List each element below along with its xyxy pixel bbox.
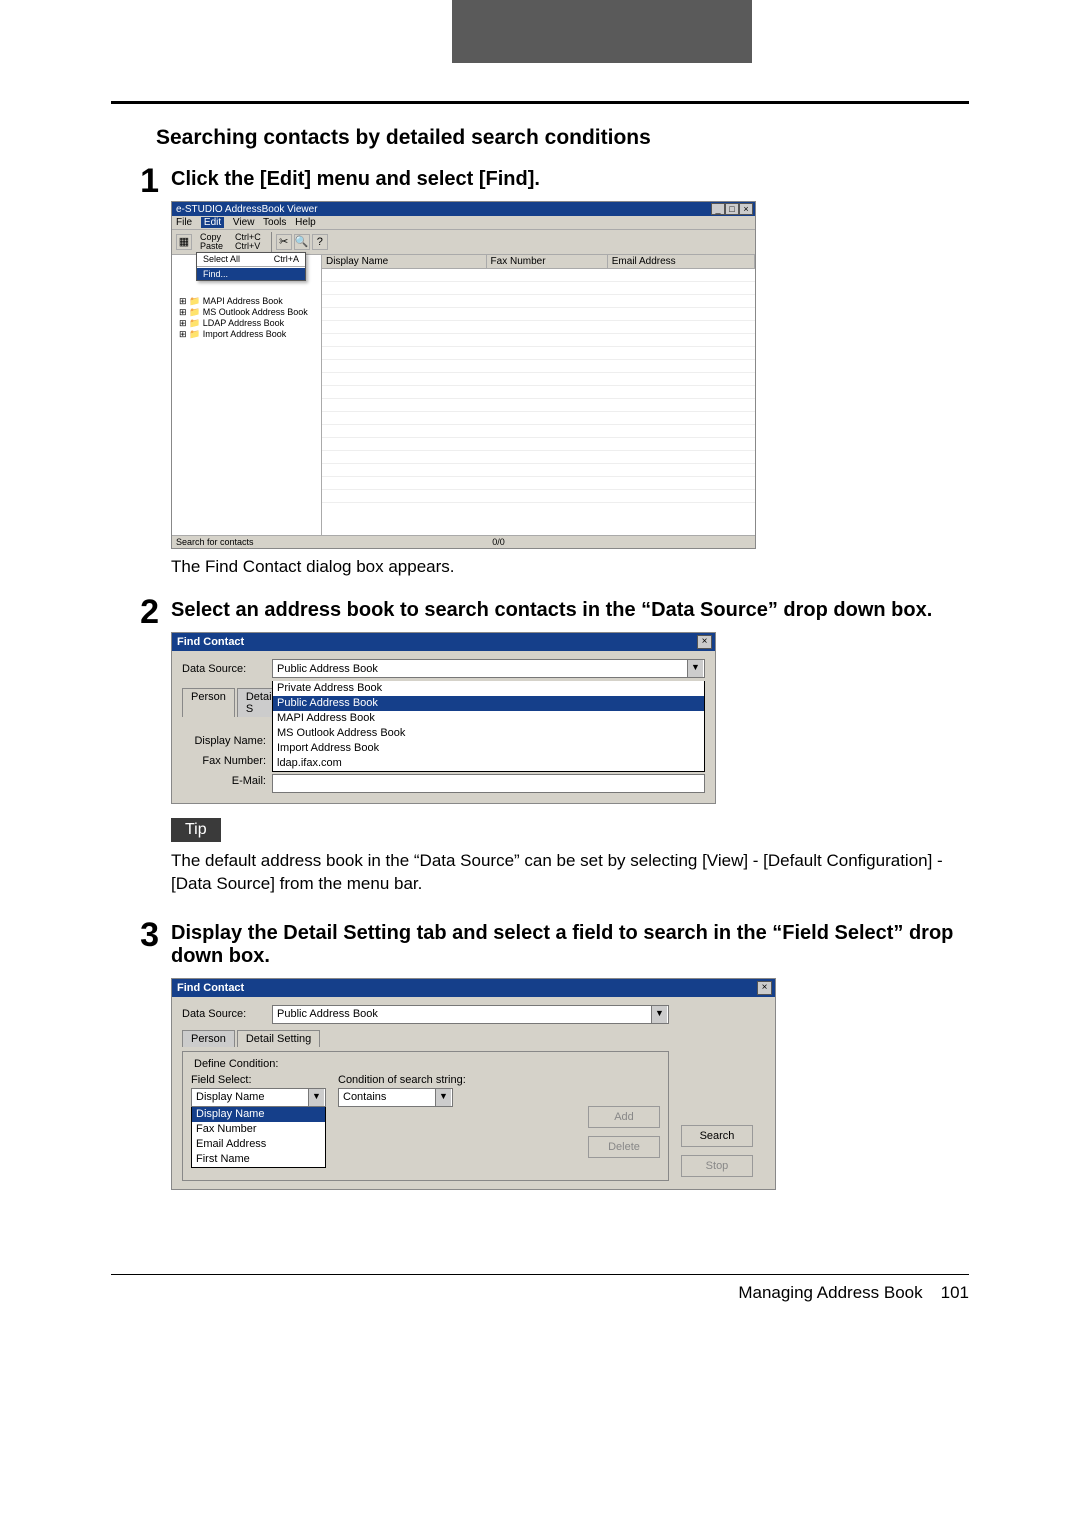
tab-detail[interactable]: Detail Setting [237,1030,320,1047]
chevron-down-icon[interactable]: ▼ [651,1006,667,1023]
field-option-firstname[interactable]: First Name [192,1152,325,1167]
data-source-dropdown: Private Address Book Public Address Book… [272,681,705,772]
tip-text: The default address book in the “Data So… [171,850,969,896]
window-controls: _□× [711,203,753,215]
top-rule [111,101,969,104]
menu-file[interactable]: File [176,217,192,228]
tree-panel: Select All Ctrl+A Find... ⊞ 📁 MAPI Addre… [172,255,322,535]
option-import[interactable]: Import Address Book [273,741,704,756]
menu-item-find[interactable]: Find... [197,268,305,280]
menu-item-select-all[interactable]: Select All Ctrl+A [197,253,305,265]
chevron-down-icon[interactable]: ▼ [435,1089,451,1106]
minimize-icon[interactable]: _ [711,203,725,215]
find-icon[interactable]: 🔍 [294,234,310,250]
step-number-1: 1 [111,164,171,591]
delete-button[interactable]: Delete [588,1136,660,1158]
option-ldap[interactable]: ldap.ifax.com [273,756,704,771]
add-button[interactable]: Add [588,1106,660,1128]
field-select[interactable]: Display Name ▼ [191,1088,326,1107]
section-heading: Searching contacts by detailed search co… [156,126,969,150]
step-number-2: 2 [111,595,171,914]
col-email-address[interactable]: Email Address [608,255,755,268]
dialog-title: Find Contact [177,982,244,994]
list-rows [322,269,755,519]
addressbook-viewer-window: e-STUDIO AddressBook Viewer _□× File Edi… [171,201,756,549]
close-icon[interactable]: × [697,635,712,649]
option-public[interactable]: Public Address Book [273,696,704,711]
condition-label: Condition of search string: [338,1074,466,1086]
chevron-down-icon[interactable]: ▼ [687,660,703,677]
menu-tools[interactable]: Tools [263,217,286,228]
find-contact-dialog-ds: Find Contact × Data Source: Public Addre… [171,632,716,804]
edit-dropdown-menu: Select All Ctrl+A Find... [196,252,306,281]
toolbar-shortcut-paste: Ctrl+V [235,242,261,251]
menu-view[interactable]: View [233,217,255,228]
status-right: 0/0 [492,537,505,547]
step3-heading: Display the Detail Setting tab and selec… [171,922,969,968]
window-titlebar: e-STUDIO AddressBook Viewer _□× [172,202,755,216]
option-mapi[interactable]: MAPI Address Book [273,711,704,726]
toolbar-addressbook-icon[interactable]: ▦ [176,234,192,250]
footer-page-number: 101 [941,1283,969,1303]
step1-caption: The Find Contact dialog box appears. [171,557,969,577]
data-source-select[interactable]: Public Address Book ▼ [272,659,705,678]
find-contact-dialog-detail: Find Contact × Data Source: Public Addre… [171,978,776,1190]
header-dark-block [452,0,752,63]
email-label: E-Mail: [182,775,266,795]
email-input[interactable] [272,774,705,793]
tab-person[interactable]: Person [182,688,235,717]
stop-button[interactable]: Stop [681,1155,753,1177]
menu-edit[interactable]: Edit [201,217,224,228]
close-icon[interactable]: × [757,981,772,995]
status-left: Search for contacts [176,537,492,547]
window-title: e-STUDIO AddressBook Viewer [176,204,318,215]
define-condition-fieldset: Define Condition: Field Select: Display … [182,1051,669,1181]
field-select-dropdown: Display Name Fax Number Email Address Fi… [191,1107,326,1168]
menubar: File Edit View Tools Help [172,216,755,230]
condition-select[interactable]: Contains ▼ [338,1088,453,1107]
close-icon[interactable]: × [739,203,753,215]
option-outlook[interactable]: MS Outlook Address Book [273,726,704,741]
help-icon[interactable]: ? [312,234,328,250]
bottom-rule [111,1274,969,1275]
tree-item-mapi[interactable]: ⊞ 📁 MAPI Address Book [173,296,320,307]
tree-item-outlook[interactable]: ⊞ 📁 MS Outlook Address Book [173,307,320,318]
fax-number-label: Fax Number: [182,755,266,775]
step1-heading: Click the [Edit] menu and select [Find]. [171,168,969,191]
field-option-fax[interactable]: Fax Number [192,1122,325,1137]
data-source-label: Data Source: [182,663,272,675]
data-source-label: Data Source: [182,1008,272,1020]
data-source-select[interactable]: Public Address Book ▼ [272,1005,669,1024]
cut-icon[interactable]: ✂ [276,234,292,250]
field-option-email[interactable]: Email Address [192,1137,325,1152]
col-fax-number[interactable]: Fax Number [487,255,608,268]
option-private[interactable]: Private Address Book [273,681,704,696]
list-panel: Display Name Fax Number Email Address [322,255,755,535]
tree-item-ldap[interactable]: ⊞ 📁 LDAP Address Book [173,318,320,329]
step2-heading: Select an address book to search contact… [171,599,969,622]
chevron-down-icon[interactable]: ▼ [308,1089,324,1106]
status-bar: Search for contacts 0/0 [172,535,755,548]
tab-person[interactable]: Person [182,1030,235,1047]
field-select-label: Field Select: [191,1074,326,1086]
col-display-name[interactable]: Display Name [322,255,487,268]
display-name-label: Display Name: [182,735,266,755]
tip-label: Tip [171,818,221,842]
menu-help[interactable]: Help [295,217,316,228]
toolbar-paste-label: Paste [200,242,223,251]
dialog-title: Find Contact [177,636,244,648]
tree-item-import[interactable]: ⊞ 📁 Import Address Book [173,329,320,340]
field-option-display[interactable]: Display Name [192,1107,325,1122]
maximize-icon[interactable]: □ [725,203,739,215]
footer-title: Managing Address Book [738,1283,922,1303]
document-header-band [0,0,1080,63]
step-number-3: 3 [111,918,171,1204]
search-button[interactable]: Search [681,1125,753,1147]
